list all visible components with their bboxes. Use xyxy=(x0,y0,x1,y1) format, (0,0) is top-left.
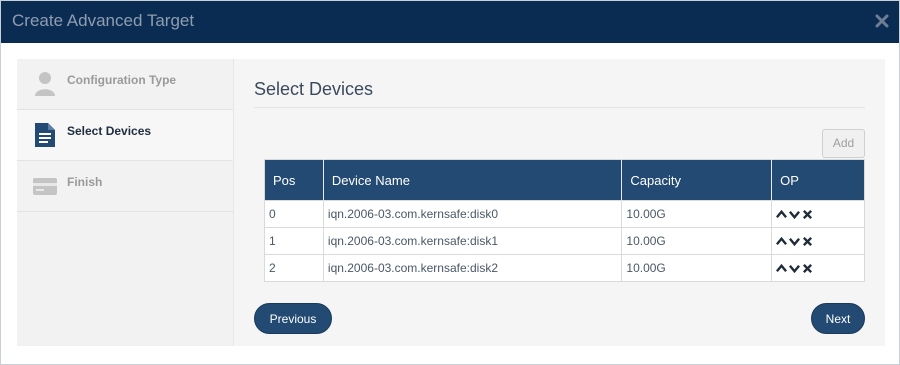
move-down-icon[interactable] xyxy=(789,263,801,274)
wizard-steps: Configuration Type Select Devices Finish xyxy=(17,59,233,346)
move-down-icon[interactable] xyxy=(789,209,801,220)
step-finish[interactable]: Finish xyxy=(17,161,233,212)
document-icon xyxy=(35,123,55,147)
close-icon[interactable] xyxy=(875,14,889,28)
cell-pos: 1 xyxy=(264,227,324,255)
cell-device-name: iqn.2006-03.com.kernsafe:disk2 xyxy=(323,254,623,282)
column-header-op: OP xyxy=(771,159,865,201)
delete-icon[interactable] xyxy=(802,236,813,247)
move-up-icon[interactable] xyxy=(776,236,788,247)
delete-icon[interactable] xyxy=(802,263,813,274)
page-title: Select Devices xyxy=(254,79,374,99)
table-row: 1 iqn.2006-03.com.kernsafe:disk1 10.00G xyxy=(264,227,865,255)
dialog-title: Create Advanced Target xyxy=(12,11,195,30)
table-header-row: Pos Device Name Capacity OP xyxy=(264,159,865,201)
step-label: Select Devices xyxy=(67,124,152,138)
step-select-devices[interactable]: Select Devices xyxy=(17,110,233,161)
sidebar-divider xyxy=(233,59,234,346)
card-icon xyxy=(33,178,57,195)
column-header-pos: Pos xyxy=(264,159,324,201)
sidebar-filler xyxy=(17,212,233,346)
cell-capacity: 10.00G xyxy=(621,227,773,255)
column-header-capacity: Capacity xyxy=(621,159,773,201)
move-down-icon[interactable] xyxy=(789,236,801,247)
cell-op xyxy=(771,200,865,228)
cell-op xyxy=(771,227,865,255)
cell-capacity: 10.00G xyxy=(621,200,773,228)
table-row: 2 iqn.2006-03.com.kernsafe:disk2 10.00G xyxy=(264,254,865,282)
title-divider xyxy=(254,107,865,108)
cell-pos: 0 xyxy=(264,200,324,228)
move-up-icon[interactable] xyxy=(776,209,788,220)
cell-device-name: iqn.2006-03.com.kernsafe:disk1 xyxy=(323,227,623,255)
devices-table: Pos Device Name Capacity OP 0 iqn.2006-0… xyxy=(264,159,865,282)
cell-pos: 2 xyxy=(264,254,324,282)
cell-capacity: 10.00G xyxy=(621,254,773,282)
cell-device-name: iqn.2006-03.com.kernsafe:disk0 xyxy=(323,200,623,228)
step-label: Configuration Type xyxy=(67,73,177,87)
create-target-dialog: Create Advanced Target Configuration Typ… xyxy=(0,0,900,365)
user-icon xyxy=(35,72,55,96)
column-header-device-name: Device Name xyxy=(323,159,623,201)
table-row: 0 iqn.2006-03.com.kernsafe:disk0 10.00G xyxy=(264,200,865,228)
next-button[interactable]: Next xyxy=(811,303,865,334)
step-configuration-type[interactable]: Configuration Type xyxy=(17,59,233,110)
move-up-icon[interactable] xyxy=(776,263,788,274)
cell-op xyxy=(771,254,865,282)
wizard-panel: Configuration Type Select Devices Finish… xyxy=(17,59,885,346)
dialog-titlebar: Create Advanced Target xyxy=(1,1,899,43)
step-label: Finish xyxy=(67,175,103,189)
step-content: Select Devices Add Pos Device Name Capac… xyxy=(254,59,865,346)
previous-button[interactable]: Previous xyxy=(254,303,332,334)
delete-icon[interactable] xyxy=(802,209,813,220)
add-button[interactable]: Add xyxy=(822,129,865,158)
